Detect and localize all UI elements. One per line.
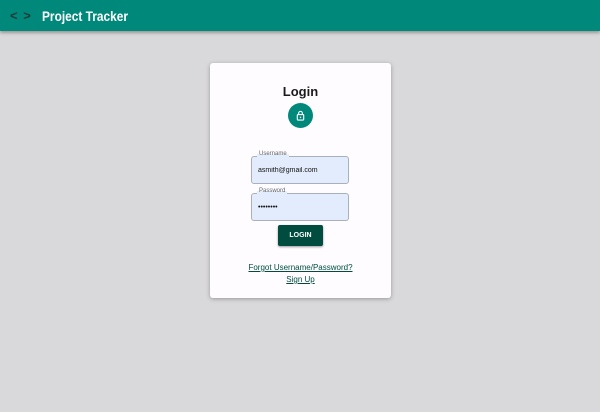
login-heading: Login — [282, 84, 319, 99]
code-icon: < > — [10, 8, 32, 23]
username-input[interactable] — [252, 157, 348, 183]
app-title: Project Tracker — [41, 7, 128, 24]
password-input[interactable] — [252, 194, 348, 220]
username-field[interactable]: Username — [251, 151, 349, 184]
login-button[interactable]: LOGIN — [278, 225, 323, 246]
password-label: Password — [257, 188, 288, 194]
username-label: Username — [257, 151, 289, 157]
app-bar: < > Project Tracker — [0, 0, 600, 31]
password-field[interactable]: Password — [251, 188, 349, 221]
login-card: Login Username Password LOGIN Forgot Use… — [210, 63, 391, 298]
forgot-password-link[interactable]: Forgot Username/Password? — [210, 263, 391, 272]
sign-up-link[interactable]: Sign Up — [210, 275, 391, 284]
lock-icon — [288, 103, 313, 128]
